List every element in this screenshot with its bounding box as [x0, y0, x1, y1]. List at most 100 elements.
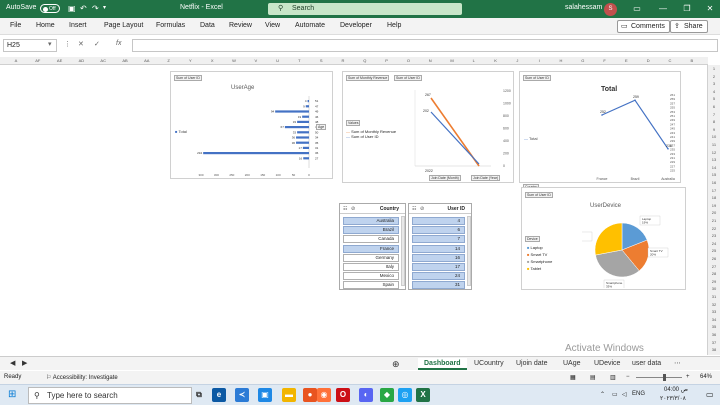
autosave-toggle[interactable]: Off [40, 4, 60, 13]
next-sheet-icon[interactable]: ▶ [16, 358, 33, 370]
tab-user-data[interactable]: user data [626, 358, 667, 370]
tab-page-layout[interactable]: Page Layout [104, 22, 143, 29]
column-header[interactable]: V [248, 58, 264, 63]
windows-start-icon[interactable]: ⊞ [8, 389, 16, 400]
opera-icon[interactable]: O [336, 388, 350, 402]
row-header[interactable]: 14 [708, 165, 720, 170]
column-header[interactable]: D [640, 58, 656, 63]
store-icon[interactable]: ▣ [258, 388, 272, 402]
field-button-join-year[interactable]: Join Date (Year) [471, 175, 501, 181]
tab-file[interactable]: File [10, 22, 21, 29]
task-view-icon[interactable]: ⧉ [192, 388, 206, 402]
app-icon[interactable]: ◆ [380, 388, 394, 402]
clear-filter-icon[interactable]: ⊘ [351, 206, 355, 212]
slicer-item[interactable]: Canada [343, 235, 399, 244]
notifications-icon[interactable]: ▭ [706, 390, 714, 399]
column-header[interactable]: W [226, 58, 242, 63]
column-header[interactable]: K [488, 58, 504, 63]
multi-select-icon[interactable]: ☷ [343, 206, 347, 212]
column-header[interactable]: R [335, 58, 351, 63]
multi-select-icon[interactable]: ☷ [412, 206, 416, 212]
edge-icon[interactable]: e [212, 388, 226, 402]
column-header[interactable]: AB [117, 58, 133, 63]
clock-time[interactable]: 04:00 ص [664, 386, 688, 393]
more-sheets-icon[interactable]: ⋯ [668, 358, 687, 370]
discord-icon[interactable]: ◐ [359, 388, 373, 402]
row-header[interactable]: 31 [708, 294, 720, 299]
row-header[interactable]: 35 [708, 324, 720, 329]
zoom-slider[interactable] [636, 377, 682, 378]
save-icon[interactable]: ▣ [68, 4, 76, 13]
row-header[interactable]: 37 [708, 340, 720, 345]
add-sheet-icon[interactable]: ⊕ [386, 358, 406, 370]
row-header[interactable]: 33 [708, 309, 720, 314]
row-header[interactable]: 32 [708, 302, 720, 307]
excel-icon[interactable]: X [416, 388, 430, 402]
vscode-icon[interactable]: ≺ [235, 388, 249, 402]
slicer-item[interactable]: Australia [343, 217, 399, 225]
row-header[interactable]: 16 [708, 180, 720, 185]
worksheet-grid[interactable]: Sum of User ID UserAge ■ Total 4 51 9 47 94 4… [0, 65, 707, 355]
column-header[interactable]: F [597, 58, 613, 63]
tab-automate[interactable]: Automate [295, 22, 325, 29]
slicer-item[interactable]: 24 [412, 272, 465, 281]
row-header[interactable]: 17 [708, 188, 720, 193]
tab-dashboard[interactable]: Dashboard [418, 358, 467, 370]
row-header[interactable]: 2 [708, 74, 720, 79]
row-header[interactable]: 15 [708, 172, 720, 177]
column-header[interactable]: B [684, 58, 700, 63]
zoom-slider-thumb[interactable] [663, 374, 666, 381]
slicer-item[interactable]: Spain [343, 281, 399, 290]
column-header[interactable]: P [379, 58, 395, 63]
tab-data[interactable]: Data [200, 22, 215, 29]
tray-chevron-icon[interactable]: ⌃ [600, 391, 605, 398]
row-header[interactable]: 18 [708, 195, 720, 200]
row-header[interactable]: 1 [708, 66, 720, 71]
clock-date[interactable]: ۲۰۲۳/۳/۰۸ [660, 395, 686, 402]
redo-icon[interactable]: ↷ [92, 4, 99, 13]
column-header[interactable]: AD [73, 58, 89, 63]
field-button-sum-user-id[interactable]: Sum of User ID [394, 75, 422, 81]
file-explorer-icon[interactable]: ▬ [282, 388, 296, 402]
column-header[interactable]: I [531, 58, 547, 63]
column-header[interactable]: Y [182, 58, 198, 63]
column-header[interactable]: AF [30, 58, 46, 63]
tab-home[interactable]: Home [36, 22, 55, 29]
tab-formulas[interactable]: Formulas [156, 22, 185, 29]
clear-filter-icon[interactable]: ⊘ [420, 206, 424, 212]
slicer-item[interactable]: France [343, 244, 399, 253]
row-header[interactable]: 30 [708, 286, 720, 291]
row-header[interactable]: 20 [708, 210, 720, 215]
tab-uage[interactable]: UAge [557, 358, 587, 370]
field-button-sum-user-id[interactable]: Sum of User ID [523, 75, 551, 81]
user-name[interactable]: salahessam [565, 4, 602, 11]
comments-button[interactable]: ▭ Comments [617, 20, 670, 33]
zoom-in-icon[interactable]: + [686, 374, 690, 380]
row-header[interactable]: 3 [708, 81, 720, 86]
row-header[interactable]: 12 [708, 150, 720, 155]
chart-country-total[interactable]: Sum of User ID Total — Total 252 France 25… [519, 71, 681, 190]
chart-user-device[interactable]: Sum of User ID UserDevice Device ■ Lapto… [521, 187, 686, 290]
slicer-user-id[interactable]: User ID ☷ ⊘ 4 6 7 14 16 17 24 31 [408, 203, 472, 290]
slicer-item[interactable]: Germany [343, 253, 399, 262]
slicer-item[interactable]: 14 [412, 244, 465, 253]
row-header[interactable]: 28 [708, 271, 720, 276]
column-header[interactable]: T [291, 58, 307, 63]
column-header[interactable]: AC [95, 58, 111, 63]
column-header[interactable]: E [618, 58, 634, 63]
row-header[interactable]: 24 [708, 241, 720, 246]
column-header[interactable]: J [509, 58, 525, 63]
ribbon-display-icon[interactable]: ▭ [630, 2, 644, 16]
row-header[interactable]: 21 [708, 218, 720, 223]
enter-icon[interactable]: ✓ [94, 40, 100, 48]
row-header[interactable]: 11 [708, 142, 720, 147]
column-header[interactable]: X [204, 58, 220, 63]
slicer-item[interactable]: 7 [412, 235, 465, 244]
slicer-item[interactable]: Brazil [343, 226, 399, 235]
field-button-monthly-revenue[interactable]: Sum of Monthly Revenue [346, 75, 390, 81]
accessibility-status[interactable]: ⚐ Accessibility: Investigate [46, 374, 118, 381]
app-icon[interactable]: ● [303, 388, 317, 402]
undo-icon[interactable]: ↶ [80, 4, 87, 13]
avatar[interactable]: S [604, 3, 617, 16]
row-header[interactable]: 6 [708, 104, 720, 109]
